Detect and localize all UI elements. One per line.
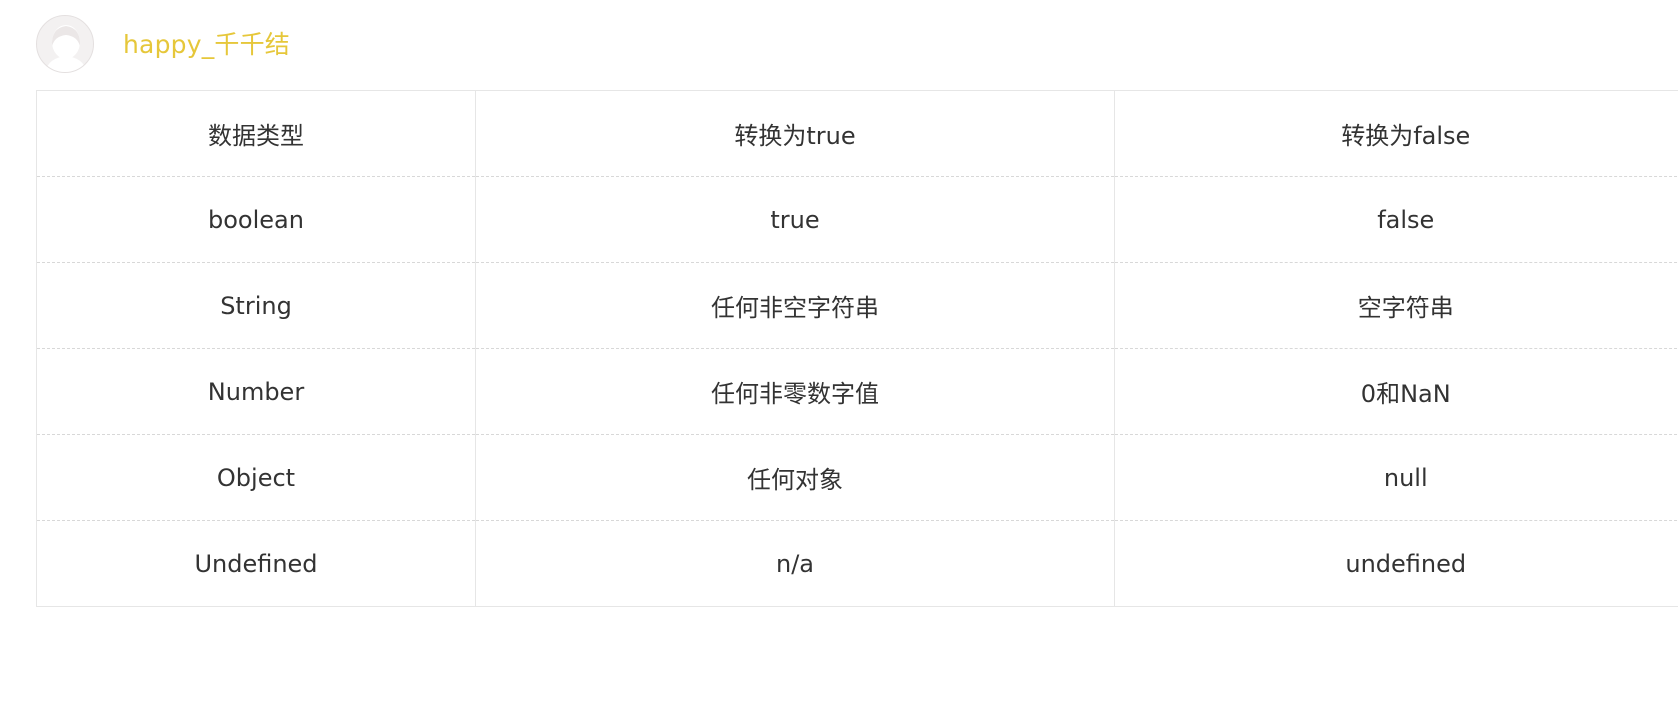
table-row: Undefined n/a undefined bbox=[36, 520, 1678, 607]
table-cell: Number bbox=[36, 348, 476, 435]
table-cell: 任何非空字符串 bbox=[475, 262, 1115, 349]
table-cell: Object bbox=[36, 434, 476, 521]
table-cell: 任何非零数字值 bbox=[475, 348, 1115, 435]
table-cell: 任何对象 bbox=[475, 434, 1115, 521]
table-cell: n/a bbox=[475, 520, 1115, 607]
author-name[interactable]: happy_千千结 bbox=[123, 32, 290, 57]
table-row: String 任何非空字符串 空字符串 bbox=[36, 262, 1678, 349]
table-cell: false bbox=[1114, 176, 1678, 263]
table-row: Object 任何对象 null bbox=[36, 434, 1678, 521]
table-cell: null bbox=[1114, 434, 1678, 521]
default-avatar-icon bbox=[45, 25, 87, 72]
table-cell: true bbox=[475, 176, 1115, 263]
avatar[interactable] bbox=[36, 15, 94, 73]
table-cell: 空字符串 bbox=[1114, 262, 1678, 349]
table-row: boolean true false bbox=[36, 176, 1678, 263]
table-cell: undefined bbox=[1114, 520, 1678, 607]
table-header-row: 数据类型 转换为true 转换为false bbox=[36, 90, 1678, 177]
table-cell: String bbox=[36, 262, 476, 349]
table-cell: 0和NaN bbox=[1114, 348, 1678, 435]
table-cell: boolean bbox=[36, 176, 476, 263]
conversion-table: 数据类型 转换为true 转换为false boolean true false… bbox=[36, 90, 1678, 607]
table-row: Number 任何非零数字值 0和NaN bbox=[36, 348, 1678, 435]
author-info: happy_千千结 bbox=[36, 14, 290, 74]
header-cell-to-true: 转换为true bbox=[475, 90, 1115, 177]
table-cell: Undefined bbox=[36, 520, 476, 607]
header-cell-to-false: 转换为false bbox=[1114, 90, 1678, 177]
header-cell-data-type: 数据类型 bbox=[36, 90, 476, 177]
